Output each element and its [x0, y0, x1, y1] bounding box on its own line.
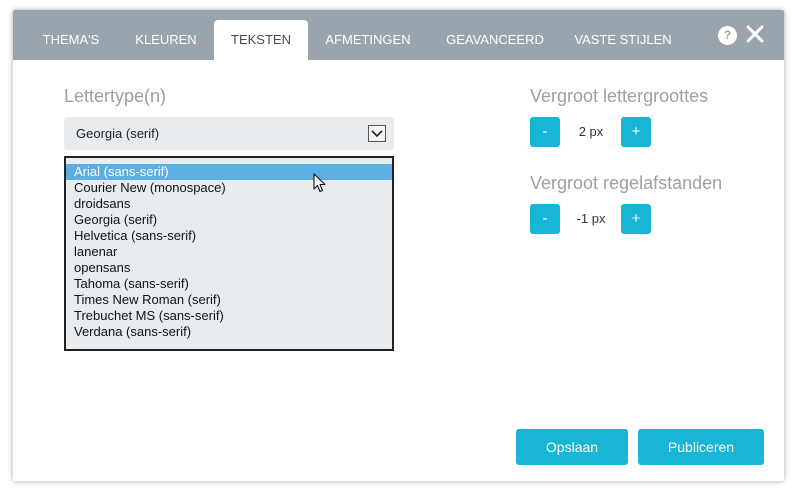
help-icon[interactable]: ? — [718, 26, 737, 45]
font-family-selected-value: Georgia (serif) — [76, 126, 160, 141]
line-height-increase-button[interactable]: + — [621, 204, 651, 234]
close-icon[interactable] — [745, 24, 765, 44]
font-family-options-list[interactable]: Arial (sans-serif) Courier New (monospac… — [64, 156, 394, 351]
line-height-value: -1 px — [576, 211, 606, 226]
settings-dialog: THEMA'S KLEUREN TEKSTEN AFMETINGEN GEAVA… — [13, 10, 784, 481]
font-option-lanenar[interactable]: lanenar — [66, 244, 392, 260]
chevron-down-icon[interactable] — [368, 125, 386, 142]
publish-button[interactable]: Publiceren — [638, 429, 764, 465]
font-option-arial[interactable]: Arial (sans-serif) — [66, 164, 392, 180]
mouse-pointer-icon — [313, 173, 327, 193]
font-option-helvetica[interactable]: Helvetica (sans-serif) — [66, 228, 392, 244]
font-size-value: 2 px — [578, 124, 604, 139]
font-size-increase-button[interactable]: + — [621, 117, 651, 147]
font-option-opensans[interactable]: opensans — [66, 260, 392, 276]
line-height-label: Vergroot regelafstanden — [530, 173, 723, 193]
font-option-times-new-roman[interactable]: Times New Roman (serif) — [66, 292, 392, 308]
tab-themas[interactable]: THEMA'S — [23, 20, 119, 60]
font-option-trebuchet-ms[interactable]: Trebuchet MS (sans-serif) — [66, 308, 392, 324]
font-size-label: Vergroot lettergroottes — [530, 86, 709, 106]
font-family-label: Lettertype(n) — [64, 86, 167, 106]
tab-vaste-stijlen[interactable]: VASTE STIJLEN — [565, 20, 681, 60]
font-option-tahoma[interactable]: Tahoma (sans-serif) — [66, 276, 392, 292]
save-button[interactable]: Opslaan — [516, 429, 628, 465]
font-family-select[interactable]: Georgia (serif) — [64, 117, 394, 150]
font-option-courier-new[interactable]: Courier New (monospace) — [66, 180, 392, 196]
tab-afmetingen[interactable]: AFMETINGEN — [309, 20, 427, 60]
tab-bar: THEMA'S KLEUREN TEKSTEN AFMETINGEN GEAVA… — [13, 10, 784, 60]
line-height-decrease-button[interactable]: - — [530, 204, 560, 234]
tab-teksten[interactable]: TEKSTEN — [214, 20, 308, 60]
font-option-droidsans[interactable]: droidsans — [66, 196, 392, 212]
font-option-verdana[interactable]: Verdana (sans-serif) — [66, 324, 392, 340]
tab-geavanceerd[interactable]: GEAVANCEERD — [434, 20, 556, 60]
tab-kleuren[interactable]: KLEUREN — [119, 20, 213, 60]
font-size-decrease-button[interactable]: - — [530, 117, 560, 147]
font-option-georgia[interactable]: Georgia (serif) — [66, 212, 392, 228]
